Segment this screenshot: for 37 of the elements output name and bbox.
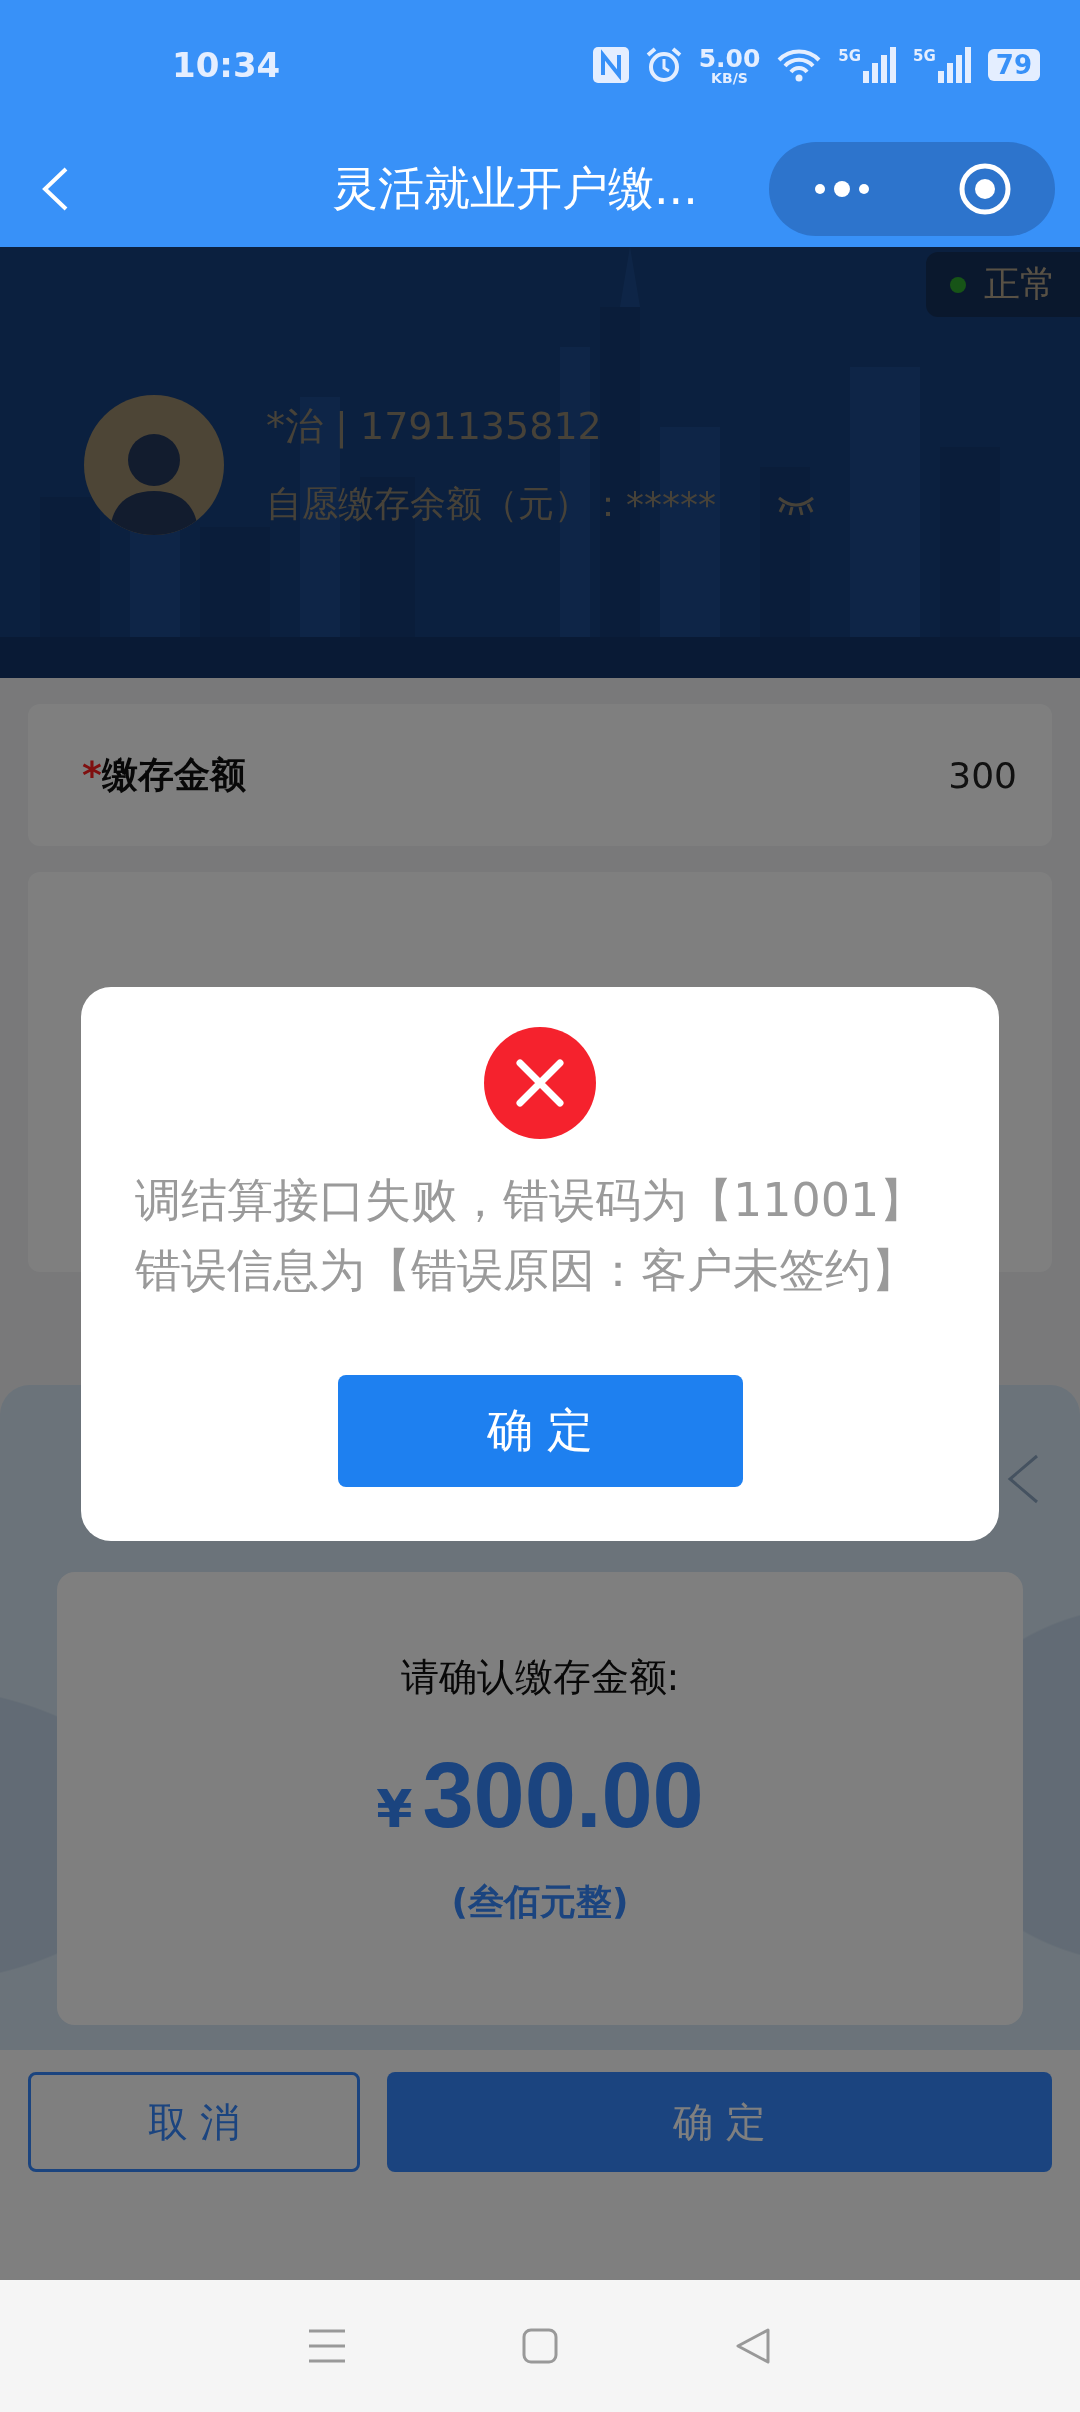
- amount-field[interactable]: *缴存金额 300: [28, 704, 1052, 846]
- ok-button[interactable]: 确 定: [337, 1374, 743, 1487]
- balance-value: *****: [626, 484, 716, 525]
- confirm-prompt: 请确认缴存金额:: [400, 1654, 680, 1701]
- status-dot: [950, 276, 966, 293]
- status-time: 10:34: [172, 45, 282, 85]
- network-type: 5G: [838, 47, 862, 65]
- page-title: 灵活就业开户缴...: [332, 159, 698, 217]
- wifi-icon: [776, 48, 823, 82]
- user-name: *治 | 1791135812: [266, 403, 603, 451]
- balance-label: 自愿缴存余额（元）：: [266, 482, 626, 526]
- amount-value: 300.00: [422, 1743, 704, 1848]
- field-label: 缴存金额: [101, 752, 246, 797]
- signal-icon: [937, 47, 972, 83]
- target-icon[interactable]: [958, 161, 1012, 216]
- required-mark: *: [82, 753, 102, 797]
- alarm-icon: [644, 46, 683, 84]
- error-icon: [484, 1026, 596, 1139]
- close-icon[interactable]: [1006, 1452, 1040, 1505]
- amount-in-words: (叁佰元整): [451, 1880, 629, 1924]
- more-icon[interactable]: [812, 178, 872, 199]
- menu-icon[interactable]: [308, 2329, 345, 2363]
- home-icon[interactable]: [522, 2328, 558, 2364]
- net-speed: 5.00: [698, 45, 761, 71]
- error-message: 调结算接口失败，错误码为【11001】错误信息为【错误原因：客户未签约】: [135, 1171, 927, 1299]
- signal-icon: [863, 47, 898, 83]
- net-speed-unit: KB/S: [711, 70, 748, 85]
- back-icon[interactable]: [735, 2328, 772, 2364]
- nfc-icon: [592, 47, 629, 83]
- status-text: 正常: [984, 262, 1056, 306]
- currency-symbol: ¥: [376, 1779, 413, 1839]
- back-icon[interactable]: [40, 165, 70, 212]
- field-value: 300: [948, 754, 1017, 796]
- confirm-button[interactable]: 确 定: [387, 2072, 1052, 2172]
- cancel-button[interactable]: 取 消: [28, 2072, 360, 2172]
- network-type: 5G: [913, 47, 936, 65]
- battery-level: 79: [987, 49, 1040, 81]
